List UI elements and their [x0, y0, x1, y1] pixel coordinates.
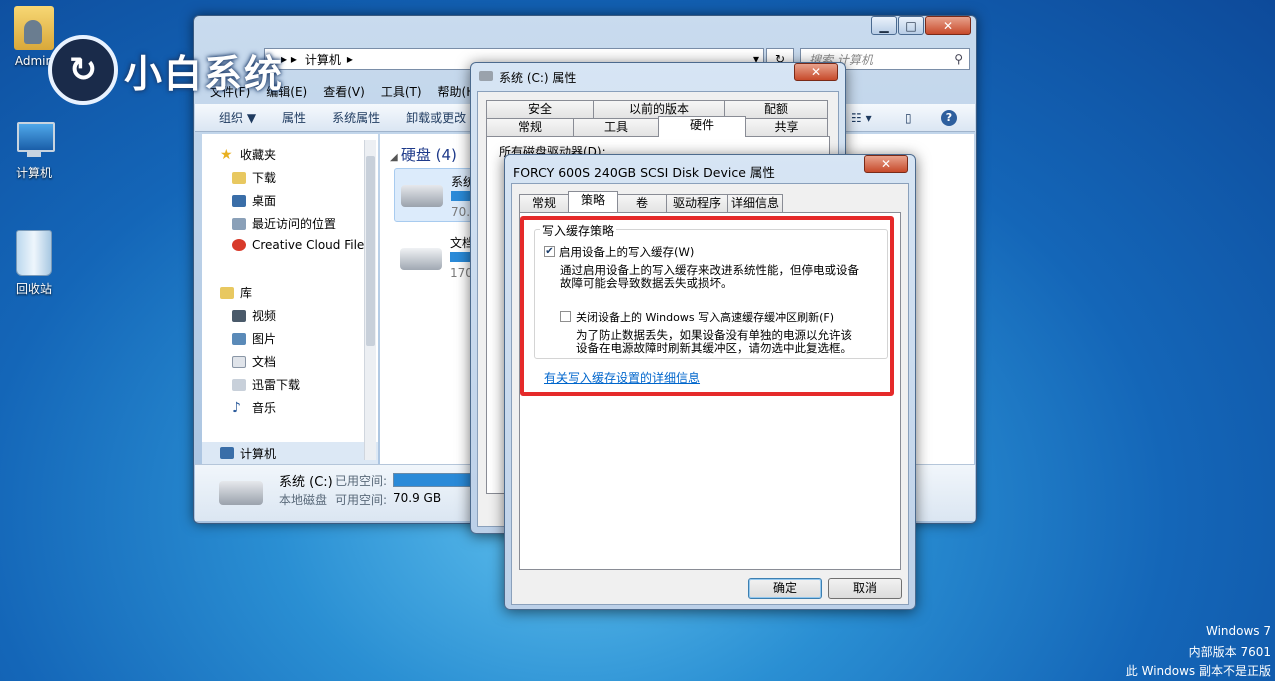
tab-sharing[interactable]: 共享	[745, 118, 828, 136]
details-drive-name: 系统 (C:)	[279, 475, 333, 490]
documents-icon	[232, 355, 246, 368]
downloads-icon	[232, 378, 246, 391]
desktop-icon-label: 回收站	[15, 282, 52, 296]
drive-icon	[400, 248, 442, 270]
nav-scrollbar[interactable]	[364, 140, 376, 460]
details-free-label: 可用空间:	[335, 493, 388, 507]
star-icon: ★	[220, 146, 233, 163]
desktop-icon-label: 计算机	[15, 166, 52, 180]
recycle-bin-icon	[16, 230, 52, 276]
minimize-button[interactable]: ▁	[871, 16, 897, 35]
scrollbar-thumb[interactable]	[366, 156, 375, 346]
ok-button[interactable]: 确定	[748, 578, 822, 599]
video-icon	[232, 309, 246, 322]
logo-text: 小白系统	[124, 51, 285, 96]
desktop-icon-recycle-bin[interactable]: 回收站	[0, 230, 68, 297]
details-used-label: 已用空间:	[335, 474, 388, 488]
window-controls: ▁ □ ✕	[870, 16, 971, 35]
menu-tools[interactable]: 工具(T)	[381, 83, 422, 100]
highlight-box	[520, 216, 894, 396]
nav-computer[interactable]: 计算机	[202, 442, 378, 464]
nav-videos[interactable]: 视频	[232, 307, 276, 324]
computer-icon	[13, 120, 55, 160]
menu-view[interactable]: 查看(V)	[323, 83, 365, 100]
library-icon	[220, 286, 234, 299]
help-icon[interactable]: ?	[941, 109, 957, 126]
group-header[interactable]: ◢ 硬盘 (4)	[390, 144, 457, 165]
nav-creative-cloud[interactable]: Creative Cloud Files	[232, 238, 372, 252]
details-free-value: 70.9 GB	[393, 491, 442, 505]
dialog-title: 系统 (C:) 属性	[499, 71, 577, 85]
address-segment[interactable]: 计算机	[305, 51, 341, 68]
dialog-title: FORCY 600S 240GB SCSI Disk Device 属性	[513, 165, 775, 180]
drive-icon	[401, 185, 443, 207]
nav-downloads[interactable]: 下载	[232, 169, 276, 186]
computer-icon	[220, 447, 234, 459]
drive-icon	[219, 481, 263, 505]
navigation-pane: ★ 收藏夹 下载 桌面 最近访问的位置 Creative Cloud Files …	[202, 134, 378, 464]
tab-details[interactable]: 详细信息	[727, 194, 783, 212]
tab-driver[interactable]: 驱动程序	[666, 194, 728, 212]
nav-favorites[interactable]: ★ 收藏夹	[220, 146, 276, 163]
cancel-button[interactable]: 取消	[828, 578, 902, 599]
view-options-icon[interactable]: ☷ ▾	[851, 111, 872, 125]
drive-size: 70.	[451, 205, 471, 219]
nav-music[interactable]: ♪ 音乐	[232, 399, 276, 416]
details-type: 本地磁盘	[279, 493, 328, 507]
chevron-right-icon: ▸	[346, 52, 353, 66]
tab-policies[interactable]: 策略	[568, 191, 618, 212]
close-button[interactable]: ✕	[925, 16, 971, 35]
nav-libraries[interactable]: 库	[220, 284, 252, 301]
pictures-icon	[232, 332, 246, 345]
organize-button[interactable]: 组织 ▼	[219, 109, 256, 126]
search-icon: ⚲	[954, 52, 963, 66]
recent-places-icon	[232, 217, 246, 230]
logo-circle-icon: ↻	[48, 35, 118, 105]
drive-icon	[479, 71, 493, 81]
close-button[interactable]: ✕	[794, 63, 838, 81]
drive-item-c[interactable]: 系统 70.	[394, 168, 476, 222]
nav-desktop[interactable]: 桌面	[232, 192, 276, 209]
windows-watermark-line2: 内部版本 7601	[1188, 645, 1271, 659]
uninstall-button[interactable]: 卸载或更改	[406, 109, 466, 126]
desktop-icon-computer[interactable]: 计算机	[0, 120, 68, 181]
details-usage-bar	[393, 473, 475, 487]
nav-pictures[interactable]: 图片	[232, 330, 276, 347]
tab-volumes[interactable]: 卷	[617, 194, 667, 212]
tab-general[interactable]: 常规	[519, 194, 569, 212]
close-button[interactable]: ✕	[864, 155, 908, 173]
nav-documents[interactable]: 文档	[232, 353, 276, 370]
desktop-folder-icon	[232, 194, 246, 207]
tab-tools[interactable]: 工具	[573, 118, 659, 136]
music-icon: ♪	[232, 399, 241, 416]
brand-logo: ↻ 小白系统	[48, 35, 284, 105]
tab-general[interactable]: 常规	[486, 118, 574, 136]
creative-cloud-icon	[232, 239, 246, 251]
nav-thunder-downloads[interactable]: 迅雷下载	[232, 376, 300, 393]
drive-item-d[interactable]: 文档 170	[394, 232, 474, 284]
tab-security[interactable]: 安全	[486, 100, 594, 118]
maximize-button[interactable]: □	[898, 16, 924, 35]
properties-button[interactable]: 属性	[282, 109, 306, 126]
system-properties-button[interactable]: 系统属性	[332, 109, 380, 126]
preview-pane-icon[interactable]: ▯	[905, 111, 912, 125]
downloads-folder-icon	[232, 171, 246, 184]
tab-hardware[interactable]: 硬件	[658, 116, 746, 137]
windows-watermark-line1: Windows 7	[1205, 624, 1271, 638]
collapse-icon: ◢	[390, 152, 401, 163]
windows-watermark-line3: 此 Windows 副本不是正版	[1125, 664, 1271, 678]
nav-recent[interactable]: 最近访问的位置	[232, 215, 336, 232]
